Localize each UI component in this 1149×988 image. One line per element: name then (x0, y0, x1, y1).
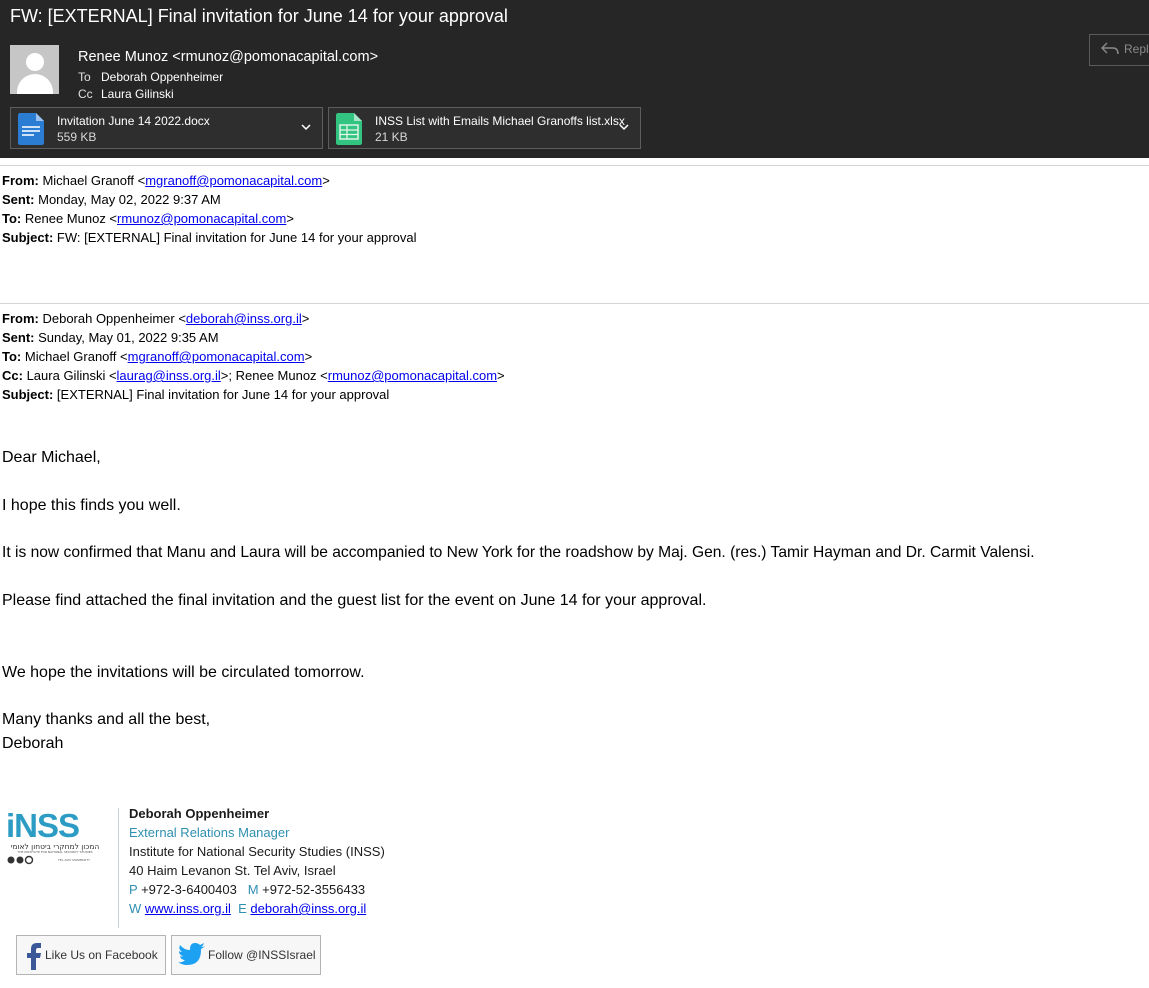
attachment-name: INSS List with Emails Michael Granoffs l… (375, 114, 625, 128)
forward2-cc: Cc: Laura Gilinski <laurag@inss.org.il>;… (2, 366, 505, 385)
to-label: To: (2, 349, 22, 364)
to-email-link[interactable]: mgranoff@pomonacapital.com (128, 349, 305, 364)
inss-logo-graphic: iNSS המכון למחקרי ביטחון לאומי THE INSTI… (6, 807, 99, 865)
phone-prefix: P (129, 882, 138, 897)
subject-text: FW: [EXTERNAL] Final invitation for June… (56, 230, 417, 245)
email-prefix: E (238, 901, 247, 916)
signature-name: Deborah Oppenheimer (129, 806, 270, 821)
body-paragraph: We hope the invitations will be circulat… (2, 664, 365, 681)
sent-label: Sent: (2, 330, 35, 345)
cc-line: Cc Laura Gilinski (78, 87, 174, 101)
body-paragraph: Please find attached the final invitatio… (2, 592, 707, 609)
word-doc-icon (18, 113, 44, 145)
reply-button[interactable]: Reply (1089, 34, 1149, 66)
greeting: Dear Michael, (2, 449, 101, 466)
divider (0, 165, 1149, 166)
sender-avatar[interactable] (10, 45, 59, 94)
forward2-from: From: Deborah Oppenheimer <deborah@inss.… (2, 309, 309, 328)
body-paragraph: I hope this finds you well. (2, 497, 181, 514)
mobile-prefix: M (247, 882, 259, 897)
signature-divider (118, 808, 119, 928)
message-subject: FW: [EXTERNAL] Final invitation for June… (10, 6, 508, 26)
avatar-head (26, 53, 44, 71)
from-label: From: (2, 173, 39, 188)
signature-title: External Relations Manager (129, 825, 290, 840)
twitter-button[interactable]: Follow @INSSIsrael (171, 935, 321, 975)
to-label: To (78, 70, 91, 84)
facebook-icon (27, 943, 41, 970)
cc-separator: >; Renee Munoz < (220, 368, 328, 383)
forward1-subject: Subject: FW: [EXTERNAL] Final invitation… (2, 228, 417, 247)
to-email-link[interactable]: rmunoz@pomonacapital.com (117, 211, 286, 226)
bracket: > (497, 368, 505, 383)
attachment-size: 559 KB (57, 130, 97, 144)
facebook-label: Like Us on Facebook (45, 948, 158, 962)
inss-logo[interactable]: iNSS המכון למחקרי ביטחון לאומי THE INSTI… (6, 807, 104, 868)
phone-number: +972-3-6400403 (141, 882, 237, 897)
from-label: From: (2, 311, 39, 326)
from-name: Deborah Oppenheimer < (42, 311, 186, 326)
bracket: > (286, 211, 294, 226)
signature-org: Institute for National Security Studies … (129, 844, 385, 859)
forward1-sent: Sent: Monday, May 02, 2022 9:37 AM (2, 190, 221, 209)
attachment-name: Invitation June 14 2022.docx (57, 114, 210, 128)
bracket: > (322, 173, 330, 188)
chevron-down-icon[interactable] (300, 121, 312, 133)
reply-icon (1101, 42, 1119, 55)
excel-sheet-icon (336, 113, 362, 145)
signature-email-link[interactable]: deborah@inss.org.il (250, 901, 366, 916)
web-prefix: W (129, 901, 142, 916)
cc-label: Cc (78, 87, 93, 101)
signoff: Deborah (2, 735, 64, 752)
subject-text: [EXTERNAL] Final invitation for June 14 … (56, 387, 390, 402)
cc-email-link[interactable]: laurag@inss.org.il (117, 368, 221, 383)
signature-phones: P +972-3-6400403 M +972-52-3556433 (129, 882, 365, 897)
mobile-number: +972-52-3556433 (262, 882, 366, 897)
forward2-subject: Subject: [EXTERNAL] Final invitation for… (2, 385, 389, 404)
to-label: To: (2, 211, 22, 226)
twitter-label: Follow @INSSIsrael (208, 948, 316, 962)
message-header: FW: [EXTERNAL] Final invitation for June… (0, 0, 1149, 158)
sent-date: Sunday, May 01, 2022 9:35 AM (38, 330, 219, 345)
attachment-size: 21 KB (375, 130, 408, 144)
website-link[interactable]: www.inss.org.il (145, 901, 231, 916)
bracket: > (301, 311, 310, 326)
sent-date: Monday, May 02, 2022 9:37 AM (38, 192, 221, 207)
body-paragraph: It is now confirmed that Manu and Laura … (2, 544, 1035, 561)
avatar-body (17, 74, 53, 94)
reply-label: Reply (1124, 42, 1149, 56)
forward2-to: To: Michael Granoff <mgranoff@pomonacapi… (2, 347, 312, 366)
cc-label: Cc: (2, 368, 23, 383)
sender-name[interactable]: Renee Munoz <rmunoz@pomonacapital.com> (78, 49, 378, 65)
signature-address: 40 Haim Levanon St. Tel Aviv, Israel (129, 863, 336, 878)
subject-label: Subject: (2, 387, 54, 402)
svg-text:TEL AVIV UNIVERSITY: TEL AVIV UNIVERSITY (57, 858, 90, 862)
chevron-down-icon[interactable] (618, 121, 630, 133)
forward1-to: To: Renee Munoz <rmunoz@pomonacapital.co… (2, 209, 294, 228)
attachment-docx[interactable]: Invitation June 14 2022.docx 559 KB (10, 107, 323, 149)
signature-links: W www.inss.org.il E deborah@inss.org.il (129, 901, 366, 916)
bracket: > (304, 349, 313, 364)
to-line: To Deborah Oppenheimer (78, 70, 223, 84)
from-email-link[interactable]: deborah@inss.org.il (186, 311, 302, 326)
svg-text:THE INSTITUTE FOR NATIONAL SEC: THE INSTITUTE FOR NATIONAL SECURITY STUD… (16, 850, 92, 854)
forward2-sent: Sent: Sunday, May 01, 2022 9:35 AM (2, 328, 219, 347)
cc-recipient[interactable]: Laura Gilinski (101, 87, 174, 101)
twitter-icon (178, 943, 205, 965)
divider (0, 303, 1149, 304)
subject-label: Subject: (2, 230, 54, 245)
from-name: Michael Granoff < (42, 173, 146, 188)
to-recipient[interactable]: Deborah Oppenheimer (101, 70, 223, 84)
forward1-from: From: Michael Granoff <mgranoff@pomonaca… (2, 171, 330, 190)
to-name: Renee Munoz < (24, 211, 118, 226)
sent-label: Sent: (2, 192, 35, 207)
to-name: Michael Granoff < (24, 349, 128, 364)
attachment-xlsx[interactable]: INSS List with Emails Michael Granoffs l… (328, 107, 641, 149)
cc-email-link[interactable]: rmunoz@pomonacapital.com (328, 368, 497, 383)
cc-name: Laura Gilinski < (26, 368, 117, 383)
from-email-link[interactable]: mgranoff@pomonacapital.com (145, 173, 322, 188)
facebook-button[interactable]: Like Us on Facebook (16, 935, 166, 975)
closing: Many thanks and all the best, (2, 711, 211, 728)
svg-text:iNSS: iNSS (6, 808, 79, 844)
